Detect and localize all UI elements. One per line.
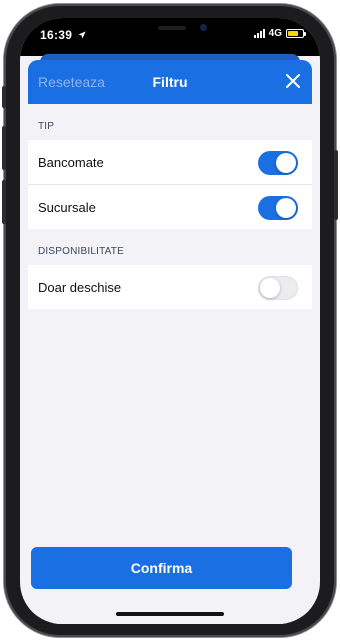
- confirm-button[interactable]: Confirma: [31, 547, 292, 589]
- volume-up-button: [2, 126, 6, 170]
- mute-switch: [2, 86, 6, 108]
- filter-label-branches: Sucursale: [38, 199, 96, 215]
- toggle-open-only[interactable]: [258, 276, 298, 300]
- section-header-type: TIP: [38, 121, 55, 132]
- power-button: [334, 150, 338, 220]
- battery-icon: [286, 29, 306, 38]
- speaker-grille: [158, 26, 186, 30]
- home-indicator[interactable]: [116, 612, 224, 616]
- filter-row-open-only: Doar deschise: [28, 265, 312, 309]
- battery-fill: [288, 31, 298, 36]
- status-bar: 16:39 4G: [20, 18, 320, 56]
- screen: 16:39 4G Reseteaza Filtru TIP Bancomate …: [20, 18, 320, 624]
- page-title: Filtru: [152, 74, 188, 90]
- toggle-branches[interactable]: [258, 196, 298, 220]
- location-arrow-icon: [78, 31, 86, 39]
- front-camera: [200, 24, 207, 31]
- close-icon[interactable]: [284, 72, 302, 90]
- toggle-atms[interactable]: [258, 151, 298, 175]
- toggle-knob: [276, 198, 296, 218]
- section-header-availability: DISPONIBILITATE: [38, 246, 124, 257]
- status-time-group: 16:39: [40, 28, 86, 42]
- nav-bar: Reseteaza Filtru: [28, 60, 312, 104]
- network-label: 4G: [268, 28, 282, 39]
- toggle-knob: [260, 278, 280, 298]
- filter-label-atms: Bancomate: [38, 154, 104, 170]
- signal-bars-icon: [253, 29, 265, 38]
- filter-row-branches: Sucursale: [28, 184, 312, 229]
- status-time: 16:39: [40, 28, 73, 42]
- volume-down-button: [2, 180, 6, 224]
- status-right: 4G: [253, 28, 306, 39]
- filter-row-atms: Bancomate: [28, 140, 312, 184]
- filter-label-open-only: Doar deschise: [38, 279, 122, 295]
- notch: [130, 18, 220, 40]
- filter-content: TIP Bancomate Sucursale DISPONIBILITATE …: [28, 104, 312, 624]
- toggle-knob: [276, 153, 296, 173]
